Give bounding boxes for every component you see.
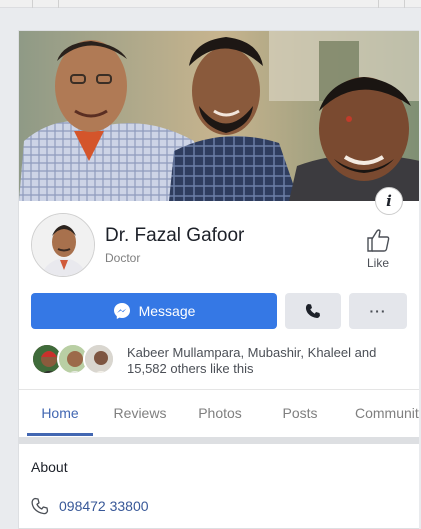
page-title[interactable]: Dr. Fazal Gafoor (105, 225, 244, 247)
about-heading: About (31, 459, 68, 475)
call-button[interactable] (285, 293, 341, 329)
friends-like-summary: Kabeer Mullampara, Mubashir, Khaleel and… (31, 341, 411, 381)
tab-photos[interactable]: Photos (187, 391, 253, 437)
active-tab-indicator (27, 433, 93, 436)
tab-home[interactable]: Home (27, 391, 93, 437)
page-tabs: Home Reviews Photos Posts Community (19, 391, 419, 437)
tab-reviews[interactable]: Reviews (107, 391, 173, 437)
section-separator (19, 437, 419, 444)
friends-like-text[interactable]: Kabeer Mullampara, Mubashir, Khaleel and… (127, 345, 417, 377)
thumbs-up-icon (367, 229, 390, 252)
message-label: Message (138, 303, 196, 319)
tab-posts[interactable]: Posts (267, 391, 333, 437)
phone-number[interactable]: 098472 33800 (59, 498, 149, 514)
phone-row[interactable]: 098472 33800 (31, 496, 149, 516)
more-options-button[interactable]: ··· (349, 293, 407, 329)
message-button[interactable]: Message (31, 293, 277, 329)
divider (19, 389, 419, 390)
cover-photo[interactable] (19, 31, 419, 201)
phone-icon (305, 304, 320, 318)
page-header: Dr. Fazal Gafoor Doctor Like (31, 213, 411, 279)
messenger-icon (113, 303, 130, 319)
tab-community[interactable]: Community (355, 391, 419, 437)
page-preview-card: i Dr. Fazal Gafoor Doctor Like Message ·… (18, 30, 419, 529)
avatar[interactable] (31, 213, 95, 277)
phone-outline-icon (31, 497, 49, 515)
info-icon[interactable]: i (375, 187, 403, 215)
browser-top-strip (0, 0, 421, 8)
like-label: Like (366, 256, 389, 270)
like-button[interactable]: Like (361, 227, 395, 270)
friend-avatar[interactable] (83, 343, 115, 375)
page-category: Doctor (105, 251, 141, 265)
